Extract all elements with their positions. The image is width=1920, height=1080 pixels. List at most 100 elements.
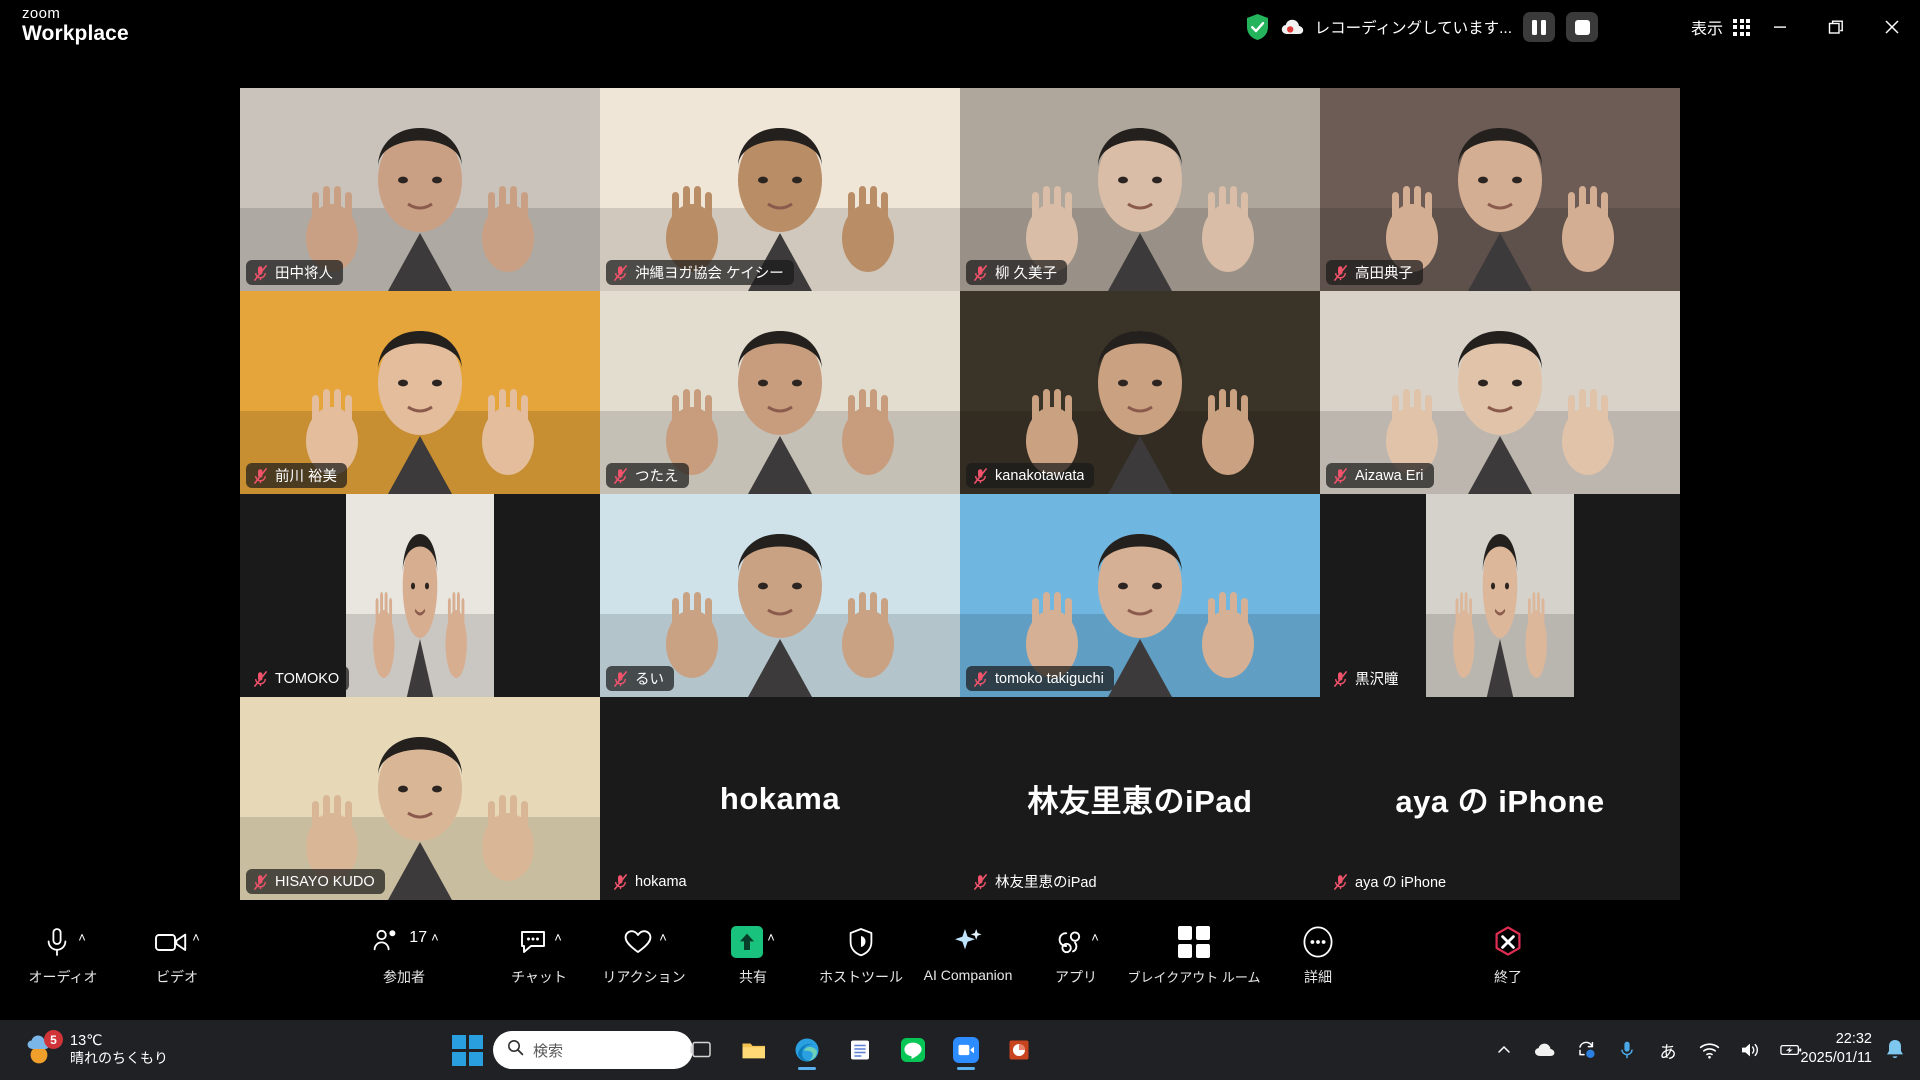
participant-name: るい (635, 672, 664, 688)
participant-name: 柳 久美子 (995, 266, 1058, 282)
taskbar-app-file-explorer[interactable] (733, 1029, 775, 1071)
show-hidden-icons-icon[interactable] (1493, 1039, 1515, 1061)
taskbar-app-notes[interactable] (839, 1029, 881, 1071)
participant-tile[interactable]: 前川 裕美 (240, 291, 600, 494)
participant-tile[interactable]: 沖縄ヨガ協会 ケイシー (600, 88, 960, 291)
participant-tile[interactable]: 田中将人 (240, 88, 600, 291)
participant-tile[interactable]: hokama hokama (600, 697, 960, 900)
toolbar-item-share[interactable]: ˄ 共有 (699, 922, 807, 987)
participant-tile[interactable]: TOMOKO (240, 494, 600, 697)
taskbar-weather-widget[interactable]: 5 13℃ 晴れのちくもり (18, 1027, 176, 1073)
toolbar-icon-row: ˄ (516, 922, 562, 962)
toolbar-icon-row (951, 922, 985, 962)
mic-muted-icon (1334, 467, 1347, 484)
shield-icon (844, 925, 878, 959)
participant-tile[interactable]: aya の iPhone aya の iPhone (1320, 697, 1680, 900)
participant-count: 17 (409, 929, 428, 946)
microphone-tray-icon[interactable] (1616, 1039, 1638, 1061)
participant-tile[interactable]: Aizawa Eri (1320, 291, 1680, 494)
participant-name: aya の iPhone (1355, 875, 1447, 891)
participant-tile[interactable]: tomoko takiguchi (960, 494, 1320, 697)
minimize-button[interactable] (1752, 0, 1808, 54)
close-button[interactable] (1864, 0, 1920, 54)
toolbar-item-breakout[interactable]: ブレイクアウト ルーム (1128, 922, 1260, 986)
chevron-up-icon[interactable]: ˄ (554, 931, 562, 944)
toolbar-item-reactions[interactable]: ˄ リアクション (590, 922, 698, 987)
weather-condition: 晴れのちくもり (70, 1050, 168, 1067)
toolbar-item-apps[interactable]: ˄ アプリ (1022, 922, 1130, 987)
mic-muted-icon (254, 670, 267, 687)
view-layout-button[interactable]: 表示 (1691, 0, 1750, 54)
notification-bell-icon[interactable] (1884, 1038, 1906, 1062)
participant-name: kanakotawata (995, 467, 1085, 484)
participant-tile[interactable]: HISAYO KUDO (240, 697, 600, 900)
pause-recording-button[interactable] (1523, 12, 1555, 42)
grid-view-icon (1733, 18, 1750, 36)
onedrive-icon[interactable] (1534, 1039, 1556, 1061)
toolbar-icon-row: ˄ (1053, 922, 1099, 962)
toolbar-icon-row (1301, 922, 1335, 962)
breakout-rooms-icon (1177, 925, 1211, 959)
taskbar-app-powerpoint[interactable] (998, 1029, 1040, 1071)
taskbar-app-task-view[interactable] (680, 1029, 722, 1071)
participant-name-chip: 前川 裕美 (246, 463, 348, 488)
participant-tile[interactable]: 高田典子 (1320, 88, 1680, 291)
participant-name-chip: tomoko takiguchi (966, 666, 1114, 691)
restore-button[interactable] (1808, 0, 1864, 54)
mic-muted-icon (254, 873, 267, 890)
participant-name: つたえ (635, 469, 679, 485)
taskbar-app-line[interactable] (892, 1029, 934, 1071)
participant-tile[interactable]: 黒沢瞳 (1320, 494, 1680, 697)
toolbar-item-aicompanion[interactable]: AI Companion (914, 922, 1022, 983)
stop-recording-button[interactable] (1566, 12, 1598, 42)
wifi-icon[interactable] (1698, 1039, 1720, 1061)
toolbar-label-audio: オーディオ (28, 969, 98, 985)
taskbar-search-box[interactable]: 検索 (493, 1031, 693, 1069)
chevron-up-icon[interactable]: ˄ (431, 931, 439, 944)
participant-tile[interactable]: 林友里恵のiPad 林友里恵のiPad (960, 697, 1320, 900)
search-icon (507, 1039, 524, 1061)
gallery-row: 田中将人 沖縄ヨガ協会 ケイシー 柳 久美子 高田典子 (240, 88, 1680, 291)
end-call-icon (1491, 925, 1525, 959)
participant-name-chip: TOMOKO (246, 666, 350, 691)
sync-icon[interactable] (1575, 1039, 1597, 1061)
chevron-up-icon[interactable]: ˄ (1091, 931, 1099, 944)
toolbar-item-video[interactable]: ˄ ビデオ (123, 922, 231, 987)
participant-name-chip: 林友里恵のiPad (966, 869, 1107, 894)
toolbar-label-end: 終了 (1494, 969, 1522, 985)
windows-taskbar: 5 13℃ 晴れのちくもり 検索 あ 22:32 2025/01/11 (0, 1020, 1920, 1080)
participant-name-chip: kanakotawata (966, 463, 1095, 488)
chevron-up-icon[interactable]: ˄ (192, 931, 200, 944)
taskbar-app-edge[interactable] (786, 1029, 828, 1071)
chevron-up-icon[interactable]: ˄ (767, 931, 775, 944)
chevron-up-icon[interactable]: ˄ (78, 931, 86, 944)
mic-muted-icon (614, 264, 627, 281)
toolbar-icon-row: ˄ (621, 922, 667, 962)
mic-muted-icon (974, 467, 987, 484)
participant-name: 沖縄ヨガ協会 ケイシー (635, 266, 784, 282)
volume-icon[interactable] (1739, 1039, 1761, 1061)
participant-tile[interactable]: つたえ (600, 291, 960, 494)
taskbar-app-zoom[interactable] (945, 1029, 987, 1071)
start-button[interactable] (452, 1034, 483, 1066)
toolbar-item-chat[interactable]: ˄ チャット (485, 922, 593, 987)
participant-tile[interactable]: kanakotawata (960, 291, 1320, 494)
participant-name: 田中将人 (275, 266, 333, 282)
encryption-shield-icon[interactable] (1245, 13, 1270, 41)
toolbar-icon-row (1491, 922, 1525, 962)
toolbar-item-participants[interactable]: 17 ˄ 参加者 (350, 922, 458, 987)
participant-name: hokama (635, 873, 687, 890)
ime-icon[interactable]: あ (1657, 1039, 1679, 1062)
participant-name: tomoko takiguchi (995, 670, 1104, 687)
battery-icon[interactable] (1780, 1039, 1802, 1061)
toolbar-item-more[interactable]: 詳細 (1264, 922, 1372, 987)
participant-tile[interactable]: るい (600, 494, 960, 697)
participant-tile[interactable]: 柳 久美子 (960, 88, 1320, 291)
toolbar-item-end[interactable]: 終了 (1454, 922, 1562, 987)
taskbar-clock[interactable]: 22:32 2025/01/11 (1801, 1030, 1873, 1068)
taskbar-app-buttons (680, 1020, 1040, 1080)
toolbar-item-hosttools[interactable]: ホストツール (807, 922, 915, 987)
toolbar-item-audio[interactable]: ˄ オーディオ (9, 922, 117, 987)
chevron-up-icon[interactable]: ˄ (659, 931, 667, 944)
participant-name: 黒沢瞳 (1355, 672, 1399, 688)
